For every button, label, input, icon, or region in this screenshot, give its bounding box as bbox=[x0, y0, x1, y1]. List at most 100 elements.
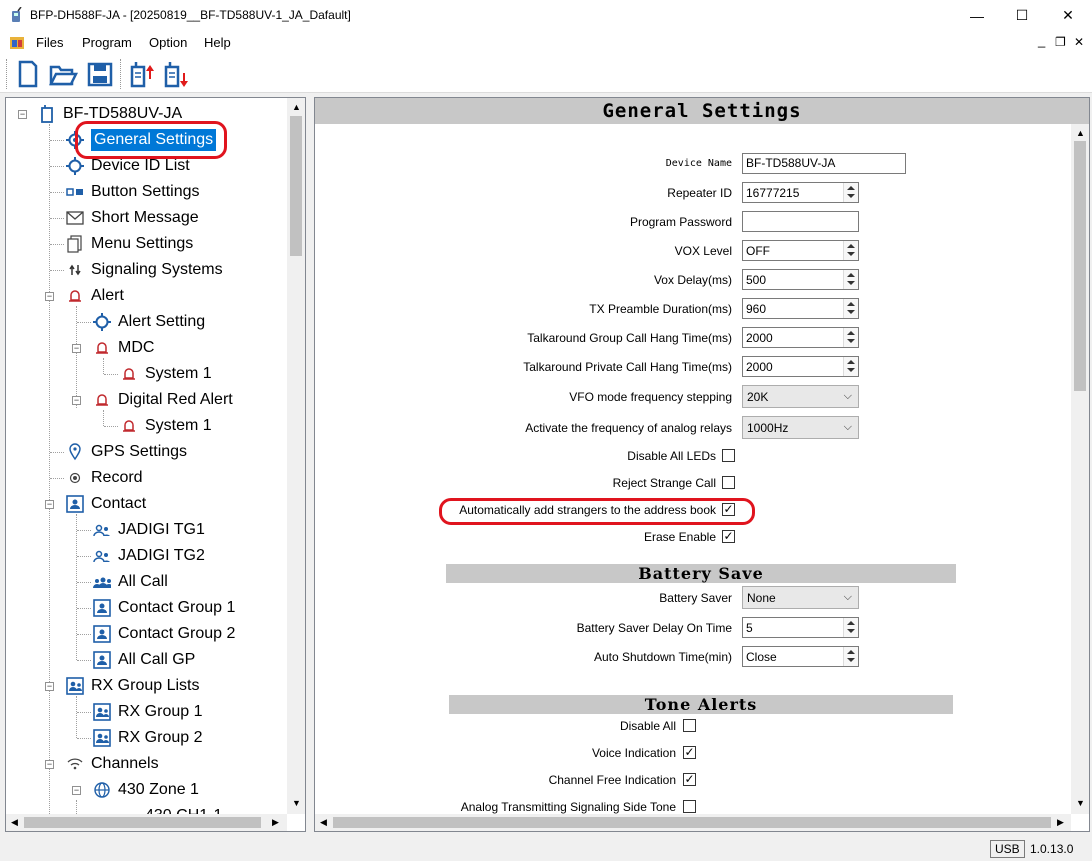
page-title: General Settings bbox=[315, 98, 1089, 124]
analog-relays-select[interactable]: 1000Hz ⌵ bbox=[742, 416, 859, 439]
tree-item-record[interactable]: Record bbox=[66, 466, 143, 490]
tree-expander[interactable]: − bbox=[45, 500, 54, 509]
scroll-down-icon[interactable]: ▼ bbox=[1076, 798, 1085, 808]
disable-leds-checkbox[interactable] bbox=[722, 449, 735, 462]
group-icon bbox=[93, 521, 111, 539]
maximize-button[interactable]: ☐ bbox=[999, 0, 1045, 31]
tree-expander[interactable]: − bbox=[45, 760, 54, 769]
tree-item-signaling-systems[interactable]: Signaling Systems bbox=[66, 258, 223, 282]
tree-root-expander[interactable]: − bbox=[18, 110, 27, 119]
tree-item-digital-red-alert[interactable]: Digital Red Alert bbox=[93, 388, 233, 412]
tree-item-label: Menu Settings bbox=[91, 235, 194, 252]
tree-item-mdc-system-1[interactable]: System 1 bbox=[120, 362, 212, 386]
tree-item-430-zone-1[interactable]: 430 Zone 1 bbox=[93, 778, 199, 802]
menu-option[interactable]: Option bbox=[149, 35, 187, 50]
tree-item-mdc[interactable]: MDC bbox=[93, 336, 154, 360]
menu-files[interactable]: Files bbox=[36, 35, 63, 50]
talkaround-private-stepper[interactable]: 2000 bbox=[742, 356, 859, 377]
contact-icon bbox=[93, 651, 111, 669]
scroll-left-icon[interactable]: ◀ bbox=[11, 817, 18, 828]
analog-relays-value: 1000Hz bbox=[747, 421, 789, 435]
tree-item-contact-group-2[interactable]: Contact Group 2 bbox=[93, 622, 235, 646]
tree-item-label: JADIGI TG1 bbox=[118, 521, 205, 538]
vfo-step-select[interactable]: 20K ⌵ bbox=[742, 385, 859, 408]
vfo-step-label: VFO mode frequency stepping bbox=[569, 390, 732, 404]
tree-horizontal-scrollbar[interactable]: ◀ ▶ bbox=[6, 814, 287, 831]
channel-free-checkbox[interactable]: ✓ bbox=[683, 773, 696, 786]
auto-shutdown-stepper[interactable]: Close bbox=[742, 646, 859, 667]
globe-icon bbox=[93, 781, 111, 799]
tree-item-all-call-gp[interactable]: All Call GP bbox=[93, 648, 195, 672]
repeater-id-stepper[interactable]: 16777215 bbox=[742, 182, 859, 203]
mdi-close-button[interactable]: ✕ bbox=[1074, 35, 1084, 49]
erase-enable-checkbox[interactable]: ✓ bbox=[722, 530, 735, 543]
tx-preamble-stepper[interactable]: 960 bbox=[742, 298, 859, 319]
tree-item-contact-group-1[interactable]: Contact Group 1 bbox=[93, 596, 235, 620]
write-to-radio-icon[interactable] bbox=[162, 59, 190, 89]
tree-item-label: RX Group Lists bbox=[91, 677, 200, 694]
menu-program[interactable]: Program bbox=[82, 35, 132, 50]
scroll-up-icon[interactable]: ▲ bbox=[1076, 128, 1085, 138]
device-name-field[interactable]: BF-TD588UV-JA bbox=[742, 153, 906, 174]
reject-strange-checkbox[interactable] bbox=[722, 476, 735, 489]
tree-expander[interactable]: − bbox=[72, 396, 81, 405]
saver-delay-stepper[interactable]: 5 bbox=[742, 617, 859, 638]
tree-item-menu-settings[interactable]: Menu Settings bbox=[66, 232, 193, 256]
voice-indication-checkbox[interactable]: ✓ bbox=[683, 746, 696, 759]
menu-help[interactable]: Help bbox=[204, 35, 231, 50]
new-file-icon[interactable] bbox=[14, 59, 42, 89]
battery-saver-select[interactable]: None ⌵ bbox=[742, 586, 859, 609]
settings-vertical-scrollbar[interactable]: ▲ ▼ bbox=[1071, 124, 1089, 814]
tree-item-rx-group-1[interactable]: RX Group 1 bbox=[93, 700, 202, 724]
scroll-up-icon[interactable]: ▲ bbox=[292, 102, 301, 112]
tree-item-button-settings[interactable]: Button Settings bbox=[66, 180, 200, 204]
read-from-radio-icon[interactable] bbox=[128, 59, 156, 89]
tree-item-label: Digital Red Alert bbox=[118, 391, 233, 408]
scroll-left-icon[interactable]: ◀ bbox=[320, 817, 327, 828]
tree-item-jadigi-tg1[interactable]: JADIGI TG1 bbox=[93, 518, 205, 542]
mdi-minimize-button[interactable]: _ bbox=[1038, 33, 1045, 48]
tree-item-gps-settings[interactable]: GPS Settings bbox=[66, 440, 187, 464]
talkaround-group-stepper[interactable]: 2000 bbox=[742, 327, 859, 348]
tree-hscroll-thumb[interactable] bbox=[24, 817, 261, 828]
tree-vertical-scrollbar[interactable]: ▲ ▼ bbox=[287, 98, 305, 814]
tree-line bbox=[103, 358, 104, 374]
open-folder-icon[interactable] bbox=[48, 59, 79, 89]
settings-scroll-thumb[interactable] bbox=[1074, 141, 1086, 391]
disable-all-label: Disable All bbox=[619, 719, 676, 733]
mdi-restore-button[interactable]: ❐ bbox=[1055, 35, 1066, 49]
tree-item-rx-group-2[interactable]: RX Group 2 bbox=[93, 726, 202, 750]
tree-item-label: GPS Settings bbox=[91, 443, 188, 460]
scroll-right-icon[interactable]: ▶ bbox=[272, 817, 279, 828]
tree-item-short-message[interactable]: Short Message bbox=[66, 206, 199, 230]
close-button[interactable]: ✕ bbox=[1045, 0, 1091, 31]
scroll-down-icon[interactable]: ▼ bbox=[292, 798, 301, 808]
tree-expander[interactable]: − bbox=[72, 786, 81, 795]
vox-delay-stepper[interactable]: 500 bbox=[742, 269, 859, 290]
program-password-field[interactable] bbox=[742, 211, 859, 232]
tree-item-alert[interactable]: Alert bbox=[66, 284, 124, 308]
tree-scroll-thumb[interactable] bbox=[290, 116, 302, 256]
minimize-button[interactable]: — bbox=[954, 0, 1000, 31]
saver-delay-value: 5 bbox=[746, 621, 753, 635]
disable-all-checkbox[interactable] bbox=[683, 719, 696, 732]
tree-item-contact[interactable]: Contact bbox=[66, 492, 146, 516]
tree-item-alert-setting[interactable]: Alert Setting bbox=[93, 310, 205, 334]
scroll-right-icon[interactable]: ▶ bbox=[1057, 817, 1064, 828]
analog-side-tone-checkbox[interactable] bbox=[683, 800, 696, 813]
tree-expander[interactable]: − bbox=[45, 292, 54, 301]
tree-expander[interactable]: − bbox=[45, 682, 54, 691]
gear-icon bbox=[66, 157, 84, 175]
tree-item-channels[interactable]: Channels bbox=[66, 752, 159, 776]
settings-horizontal-scrollbar[interactable]: ◀ ▶ bbox=[315, 814, 1071, 831]
vox-level-stepper[interactable]: OFF bbox=[742, 240, 859, 261]
tree-item-dra-system-1[interactable]: System 1 bbox=[120, 414, 212, 438]
status-bar: USB 1.0.13.0 bbox=[0, 836, 1092, 861]
tree-item-jadigi-tg2[interactable]: JADIGI TG2 bbox=[93, 544, 205, 568]
navigation-tree[interactable]: − BF-TD588UV-JA General Settings Device … bbox=[5, 97, 306, 832]
settings-hscroll-thumb[interactable] bbox=[333, 817, 1051, 828]
tree-item-rx-group-lists[interactable]: RX Group Lists bbox=[66, 674, 199, 698]
tree-item-all-call[interactable]: All Call bbox=[93, 570, 168, 594]
save-icon[interactable] bbox=[86, 59, 114, 89]
tree-expander[interactable]: − bbox=[72, 344, 81, 353]
